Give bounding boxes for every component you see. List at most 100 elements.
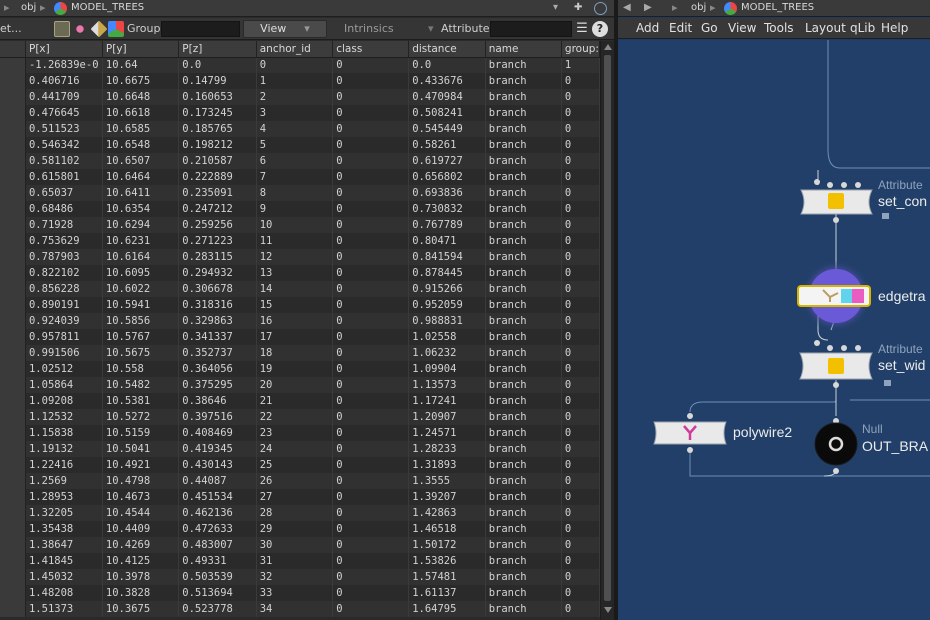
row-header[interactable] <box>0 345 26 361</box>
table-row[interactable]: 1.41845 10.4125 0.49331 31 0 1.53826 branch 0 <box>0 553 600 569</box>
table-row[interactable]: 1.45032 10.3978 0.503539 32 0 1.57481 branch 0 <box>0 569 600 585</box>
attributes-field[interactable] <box>490 21 572 37</box>
table-row[interactable]: 0.924039 10.5856 0.329863 16 0 0.988831 branch… <box>0 313 600 329</box>
forward-icon[interactable]: ▶ <box>644 0 652 17</box>
column-options-icon[interactable]: ☰ <box>574 21 590 37</box>
menu-go[interactable]: Go <box>701 18 718 38</box>
menu-help[interactable]: Help <box>881 18 908 38</box>
spreadsheet-grid[interactable]: P[x] P[y] P[z] anchor_id class distance name gr… <box>0 41 600 620</box>
table-row[interactable]: 1.22416 10.4921 0.430143 25 0 1.31893 branch 0 <box>0 457 600 473</box>
row-header[interactable] <box>0 585 26 601</box>
column-header[interactable]: P[x] <box>25 41 103 58</box>
row-header[interactable] <box>0 89 26 105</box>
network-path-obj[interactable]: obj <box>691 0 706 17</box>
row-header[interactable] <box>0 329 26 345</box>
points-icon[interactable] <box>54 21 70 37</box>
scrollbar-thumb[interactable] <box>604 55 611 601</box>
network-canvas[interactable]: Attribute set_con edgetra Attribute set_… <box>618 40 930 620</box>
row-header[interactable] <box>0 521 26 537</box>
path-obj[interactable]: obj <box>21 0 36 17</box>
table-row[interactable]: 1.2569 10.4798 0.44087 26 0 1.3555 branch 0 <box>0 473 600 489</box>
row-header[interactable] <box>0 505 26 521</box>
row-header[interactable] <box>0 169 26 185</box>
column-header[interactable]: anchor_id <box>256 41 334 58</box>
row-header[interactable] <box>0 73 26 89</box>
row-header[interactable] <box>0 537 26 553</box>
row-header[interactable] <box>0 57 26 73</box>
table-row[interactable]: 1.51373 10.3675 0.523778 34 0 1.64795 branch 0 <box>0 601 600 617</box>
scroll-down-icon[interactable] <box>604 607 612 613</box>
node-edgetra[interactable] <box>797 260 872 332</box>
row-header[interactable] <box>0 601 26 617</box>
primitives-icon[interactable] <box>90 20 108 38</box>
link-icon[interactable] <box>594 2 607 15</box>
row-header[interactable] <box>0 137 26 153</box>
table-row[interactable]: 1.32205 10.4544 0.462136 28 0 1.42863 branch 0 <box>0 505 600 521</box>
table-row[interactable]: 1.48208 10.3828 0.513694 33 0 1.61137 branch 0 <box>0 585 600 601</box>
column-header[interactable]: P[y] <box>102 41 180 58</box>
group-field[interactable] <box>161 21 240 37</box>
table-row[interactable]: 0.890191 10.5941 0.318316 15 0 0.952059 branch… <box>0 297 600 313</box>
table-row[interactable]: 1.12532 10.5272 0.397516 22 0 1.20907 branch 0 <box>0 409 600 425</box>
column-header[interactable]: class <box>332 41 410 58</box>
row-header[interactable] <box>0 297 26 313</box>
row-header[interactable] <box>0 185 26 201</box>
table-row[interactable]: 1.38647 10.4269 0.483007 30 0 1.50172 branch 0 <box>0 537 600 553</box>
network-path-node[interactable]: MODEL_TREES <box>741 0 814 17</box>
row-header[interactable] <box>0 201 26 217</box>
pin-icon[interactable]: ✚ <box>574 0 582 17</box>
column-header[interactable]: group: <box>561 41 600 58</box>
view-button[interactable]: View ▾ <box>243 20 327 38</box>
row-header[interactable] <box>0 409 26 425</box>
table-row[interactable]: 1.15838 10.5159 0.408469 23 0 1.24571 branch 0 <box>0 425 600 441</box>
table-row[interactable]: 1.09208 10.5381 0.38646 21 0 1.17241 branch 0 <box>0 393 600 409</box>
table-row[interactable]: 0.511523 10.6585 0.185765 4 0 0.545449 branch 0 <box>0 121 600 137</box>
table-row[interactable]: 0.441709 10.6648 0.160653 2 0 0.470984 branch 0 <box>0 89 600 105</box>
menu-view[interactable]: View <box>728 18 756 38</box>
node-polywire[interactable] <box>653 413 727 453</box>
path-dropdown-icon[interactable]: ▾ <box>553 0 558 17</box>
row-header[interactable] <box>0 249 26 265</box>
column-header[interactable]: name <box>485 41 562 58</box>
path-node[interactable]: MODEL_TREES <box>71 0 144 17</box>
row-header[interactable] <box>0 473 26 489</box>
table-row[interactable]: 1.19132 10.5041 0.419345 24 0 1.28233 branch 0 <box>0 441 600 457</box>
column-header[interactable]: distance <box>408 41 486 58</box>
menu-add[interactable]: Add <box>636 18 659 38</box>
column-header[interactable]: P[z] <box>178 41 257 58</box>
vertices-icon[interactable] <box>72 21 88 37</box>
table-row[interactable]: 0.957811 10.5767 0.341337 17 0 1.02558 branch 0 <box>0 329 600 345</box>
row-header[interactable] <box>0 105 26 121</box>
menu-edit[interactable]: Edit <box>669 18 692 38</box>
table-row[interactable]: 0.65037 10.6411 0.235091 8 0 0.693836 branch 0 <box>0 185 600 201</box>
table-row[interactable]: 0.68486 10.6354 0.247212 9 0 0.730832 branch 0 <box>0 201 600 217</box>
row-header[interactable] <box>0 425 26 441</box>
menu-layout[interactable]: Layout <box>805 18 846 38</box>
menu-qlib[interactable]: qLib <box>850 18 875 38</box>
table-row[interactable]: 0.787903 10.6164 0.283115 12 0 0.841594 branch… <box>0 249 600 265</box>
table-row[interactable]: 1.05864 10.5482 0.375295 20 0 1.13573 branch 0 <box>0 377 600 393</box>
row-header[interactable] <box>0 233 26 249</box>
row-header[interactable] <box>0 281 26 297</box>
row-header[interactable] <box>0 265 26 281</box>
table-row[interactable]: 0.581102 10.6507 0.210587 6 0 0.619727 branch 0 <box>0 153 600 169</box>
table-row[interactable]: 0.991506 10.5675 0.352737 18 0 1.06232 branch 0 <box>0 345 600 361</box>
table-row[interactable]: 0.615801 10.6464 0.222889 7 0 0.656802 branch 0 <box>0 169 600 185</box>
back-icon[interactable]: ◀ <box>623 0 631 17</box>
table-row[interactable]: 0.546342 10.6548 0.198212 5 0 0.58261 branch 0 <box>0 137 600 153</box>
scroll-up-icon[interactable] <box>604 44 612 50</box>
row-header[interactable] <box>0 153 26 169</box>
table-row[interactable]: 0.856228 10.6022 0.306678 14 0 0.915266 branch… <box>0 281 600 297</box>
detail-icon[interactable] <box>108 21 124 37</box>
node-set-con[interactable] <box>800 179 889 223</box>
table-row[interactable]: 1.35438 10.4409 0.472633 29 0 1.46518 branch 0 <box>0 521 600 537</box>
table-row[interactable]: 0.406716 10.6675 0.14799 1 0 0.433676 branch 0 <box>0 73 600 89</box>
row-header[interactable] <box>0 457 26 473</box>
row-header[interactable] <box>0 121 26 137</box>
node-out-bra[interactable] <box>814 418 858 474</box>
row-header[interactable] <box>0 361 26 377</box>
row-header[interactable] <box>0 377 26 393</box>
row-header[interactable] <box>0 441 26 457</box>
row-header[interactable] <box>0 393 26 409</box>
table-row[interactable]: -1.26839e-0 10.64 0.0 0 0 0.0 branch 1 <box>0 57 600 73</box>
